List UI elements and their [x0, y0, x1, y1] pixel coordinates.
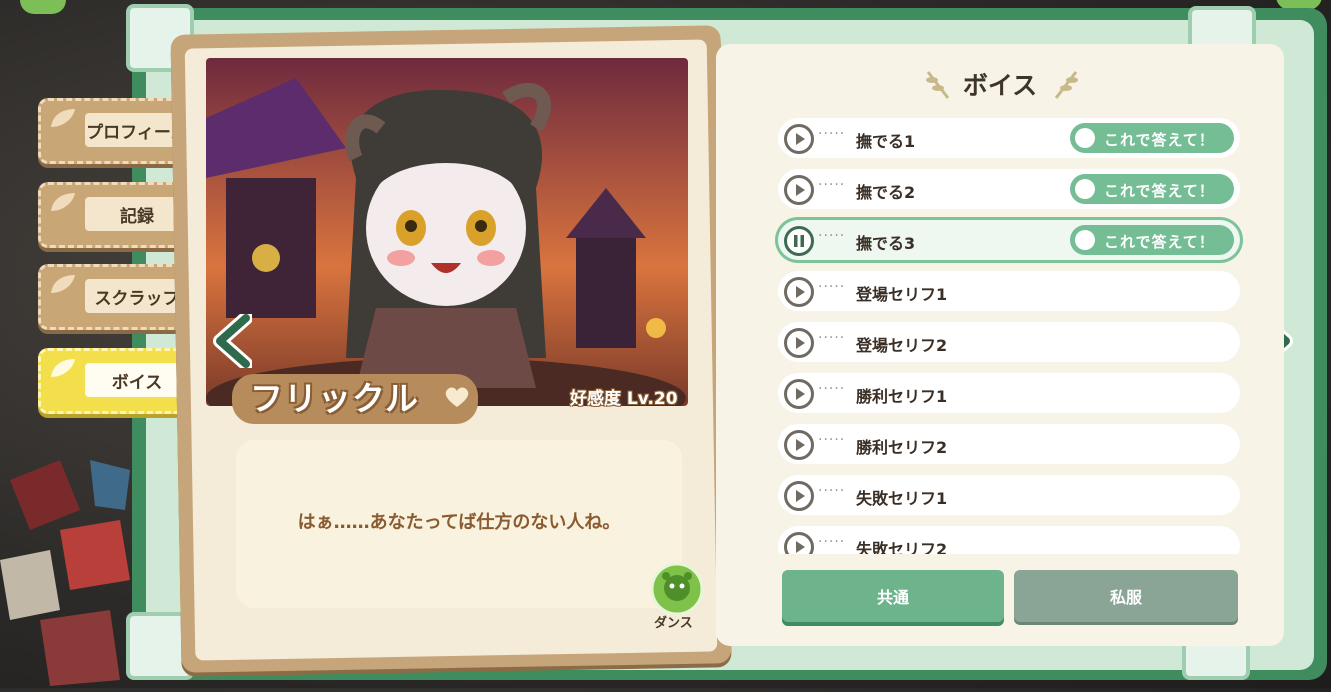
wheat-right-icon	[1054, 71, 1078, 99]
voice-row[interactable]: ····· 失敗セリフ2	[778, 526, 1240, 554]
heart-icon	[445, 387, 469, 407]
outfit-common-button[interactable]: 共通	[782, 570, 1004, 622]
pause-icon[interactable]	[784, 226, 814, 256]
voice-row-label: 撫でる1	[856, 132, 916, 151]
answer-toggle-label: これで答えて！	[1104, 182, 1215, 200]
leaf-icon	[51, 193, 75, 211]
play-icon[interactable]	[784, 481, 814, 511]
dialog-text: はぁ……あなたってば仕方のない人ね。	[297, 512, 621, 533]
leaf-icon	[51, 109, 75, 127]
voice-row-label: 登場セリフ2	[856, 336, 948, 355]
voice-row-label: 勝利セリフ1	[856, 387, 948, 406]
dots-connector: ·····	[818, 432, 846, 448]
voice-row[interactable]: ····· 勝利セリフ2	[778, 424, 1240, 464]
outfit-private-button[interactable]: 私服	[1014, 570, 1238, 622]
tab-label: スクラップ	[85, 279, 189, 313]
voice-row-label: 勝利セリフ2	[856, 438, 948, 457]
dots-connector: ·····	[818, 177, 846, 193]
voice-panel-title: ボイス	[962, 71, 1038, 100]
voice-row-label: 撫でる2	[856, 183, 916, 202]
answer-toggle-label: これで答えて！	[1104, 233, 1215, 251]
leaf-icon	[51, 275, 75, 293]
dots-connector: ·····	[818, 126, 846, 142]
play-icon[interactable]	[784, 532, 814, 554]
play-icon[interactable]	[784, 379, 814, 409]
dots-connector: ·····	[818, 228, 846, 244]
dots-connector: ·····	[818, 381, 846, 397]
voice-row-label: 登場セリフ1	[856, 285, 948, 304]
answer-toggle[interactable]: これで答えて！	[1070, 225, 1234, 255]
answer-toggle[interactable]: これで答えて！	[1070, 123, 1234, 153]
dance-action-icon[interactable]	[650, 562, 704, 616]
voice-row[interactable]: ····· 登場セリフ2	[778, 322, 1240, 362]
dance-label: ダンス	[654, 616, 693, 631]
play-icon[interactable]	[784, 430, 814, 460]
leaf-icon	[51, 359, 75, 377]
tab-label: ボイス	[85, 363, 189, 397]
voice-list[interactable]: ····· 撫でる1 これで答えて！ ····· 撫でる2 これで答えて！ ··…	[774, 112, 1250, 554]
play-icon[interactable]	[784, 328, 814, 358]
voice-row-label: 撫でる3	[856, 234, 916, 253]
voice-row-label: 失敗セリフ2	[856, 540, 948, 554]
answer-toggle[interactable]: これで答えて！	[1070, 174, 1234, 204]
play-icon[interactable]	[784, 277, 814, 307]
character-portrait	[206, 58, 688, 406]
answer-toggle-label: これで答えて！	[1104, 131, 1215, 149]
character-name: フリックル	[250, 379, 420, 418]
voice-row[interactable]: ····· 撫でる2 これで答えて！	[778, 169, 1240, 209]
voice-row[interactable]: ····· 勝利セリフ1	[778, 373, 1240, 413]
voice-row[interactable]: ····· 失敗セリフ1	[778, 475, 1240, 515]
dots-connector: ·····	[818, 534, 846, 550]
top-menu-tab-left[interactable]	[20, 0, 66, 14]
dots-connector: ·····	[818, 330, 846, 346]
play-icon[interactable]	[784, 175, 814, 205]
affinity-level: 好感度 Lv.20	[570, 389, 678, 409]
voice-row[interactable]: ····· 登場セリフ1	[778, 271, 1240, 311]
prev-arrow-icon[interactable]	[212, 314, 252, 368]
dots-connector: ·····	[818, 279, 846, 295]
dots-connector: ·····	[818, 483, 846, 499]
voice-row-label: 失敗セリフ1	[856, 489, 948, 508]
background-crystals	[0, 440, 140, 688]
play-icon[interactable]	[784, 124, 814, 154]
voice-row[interactable]: ····· 撫でる1 これで答えて！	[778, 118, 1240, 158]
voice-row-playing[interactable]: ····· 撫でる3 これで答えて！	[778, 220, 1240, 260]
